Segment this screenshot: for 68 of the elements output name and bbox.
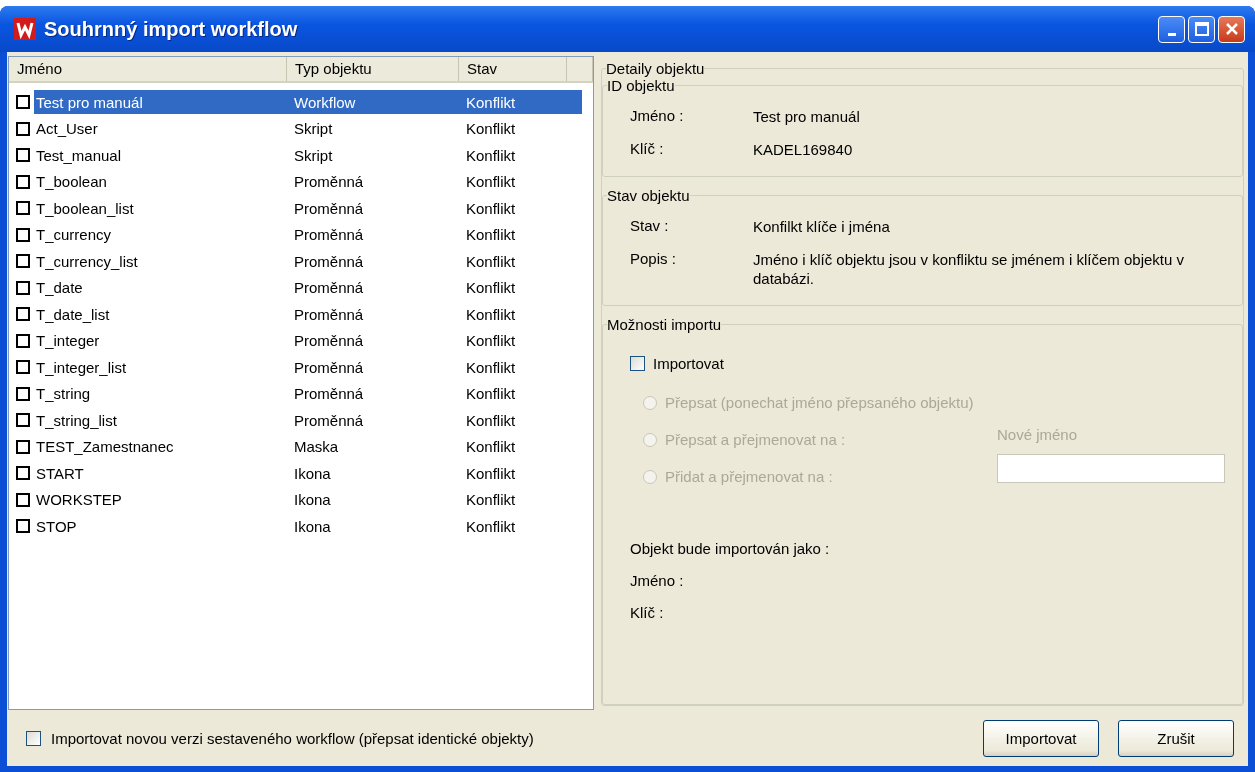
checkbox[interactable] (16, 439, 30, 454)
checkbox[interactable] (16, 413, 30, 428)
checkbox[interactable] (16, 95, 30, 110)
list-row[interactable]: START Ikona Konflikt (34, 461, 582, 486)
field-label: Jméno : (630, 107, 685, 124)
checkbox[interactable] (16, 148, 30, 163)
group-title: ID objektu (607, 77, 675, 94)
list-row[interactable]: T_boolean Proměnná Konflikt (34, 169, 582, 194)
field-value: Test pro manuál (753, 107, 861, 126)
column-header[interactable]: Typ objektu (287, 57, 459, 81)
field-label: Klíč : (630, 140, 665, 157)
list-row[interactable]: STOP Ikona Konflikt (34, 514, 582, 539)
checkbox[interactable] (16, 201, 30, 216)
list-row[interactable]: WORKSTEP Ikona Konflikt (34, 487, 582, 512)
checkbox[interactable] (16, 280, 30, 295)
list-row[interactable]: T_integer Proměnná Konflikt (34, 328, 582, 353)
list-row[interactable]: T_integer_list Proměnná Konflikt (34, 355, 582, 380)
list-row[interactable]: Act_User Skript Konflikt (34, 116, 582, 141)
checkbox[interactable] (16, 121, 30, 136)
field-value: Konfilkt klíče i jména (753, 217, 891, 236)
close-button[interactable] (1218, 15, 1245, 43)
checkbox[interactable] (16, 174, 30, 189)
import-button[interactable]: Importovat (983, 719, 1099, 757)
checkbox[interactable] (16, 519, 30, 534)
logo-icon (14, 18, 36, 40)
field-label: Popis : (630, 250, 677, 267)
window-title: Souhrnný import workflow (44, 17, 299, 41)
column-header[interactable]: Stav (459, 57, 567, 81)
checkbox[interactable] (630, 355, 645, 371)
list-row[interactable]: T_currency_list Proměnná Konflikt (34, 249, 582, 274)
checkbox[interactable] (26, 730, 41, 746)
list-row[interactable]: Test pro manuál Workflow Konflikt (34, 90, 582, 115)
field-label: Nové jméno (997, 426, 1079, 445)
field-value: KADEL169840 (753, 140, 854, 159)
group-title: Možnosti importu (607, 316, 722, 333)
list-row[interactable]: T_string_list Proměnná Konflikt (34, 408, 582, 433)
checkbox[interactable] (16, 492, 30, 507)
checkbox[interactable] (16, 307, 30, 322)
checkbox[interactable] (16, 360, 30, 375)
checkbox[interactable] (16, 227, 30, 242)
list-row[interactable]: T_date Proměnná Konflikt (34, 275, 582, 300)
group-title: Stav objektu (607, 187, 690, 204)
field-label: Klíč : (630, 604, 665, 621)
list-row[interactable]: T_boolean_list Proměnná Konflikt (34, 196, 582, 221)
list-row[interactable]: T_string Proměnná Konflikt (34, 381, 582, 406)
object-list[interactable] (8, 56, 594, 710)
minimize-button[interactable] (1158, 15, 1185, 43)
checkbox[interactable] (16, 254, 30, 269)
list-row[interactable]: T_currency Proměnná Konflikt (34, 222, 582, 247)
list-row[interactable]: TEST_Zamestnanec Maska Konflikt (34, 434, 582, 459)
field-label: Stav : (630, 217, 670, 234)
close-icon (1224, 22, 1239, 36)
maximize-icon (1194, 22, 1209, 36)
checkbox[interactable] (16, 333, 30, 348)
field-label: Jméno : (630, 572, 685, 589)
field-value: Jméno i klíč objektu jsou v konfliktu se jménem i klíčem objektu v databázi. (753, 250, 1185, 288)
maximize-button[interactable] (1188, 15, 1215, 43)
checkbox[interactable] (16, 466, 30, 481)
cancel-button[interactable]: Zrušit (1118, 719, 1234, 757)
checkbox-label[interactable]: Importovat (653, 354, 724, 372)
checkbox[interactable] (16, 386, 30, 401)
list-row[interactable]: Test_manual Skript Konflikt (34, 143, 582, 168)
result-heading: Objekt bude importován jako : (630, 540, 831, 557)
list-row[interactable]: T_date_list Proměnná Konflikt (34, 302, 582, 327)
checkbox-label[interactable]: Importovat novou verzi sestaveného workflow (přepsat identické objekty) (51, 729, 534, 747)
group-title: Detaily objektu (606, 60, 705, 77)
column-header[interactable]: Jméno (9, 57, 287, 81)
minimize-icon (1167, 32, 1176, 36)
